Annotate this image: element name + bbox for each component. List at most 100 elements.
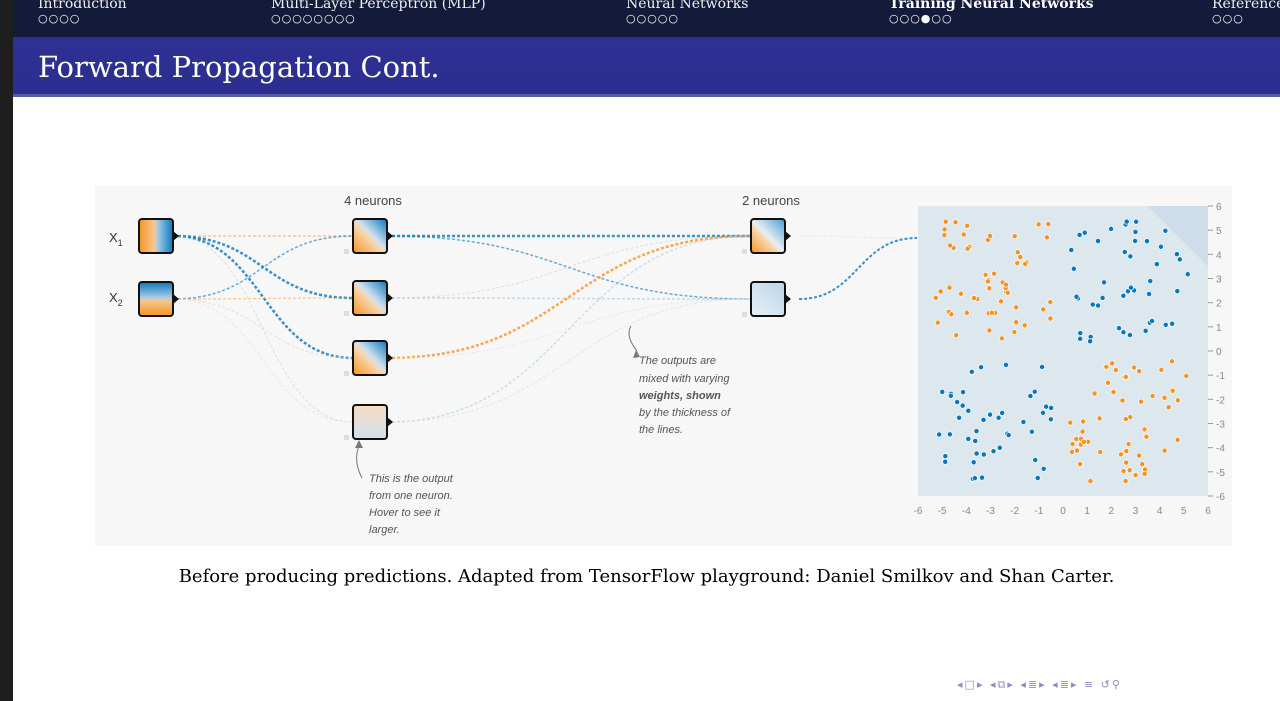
data-point <box>1040 409 1046 416</box>
data-point <box>987 232 993 239</box>
data-point <box>980 416 987 423</box>
neuron-output-arrow <box>173 231 179 241</box>
search-icon[interactable]: ↺⚲ <box>1101 678 1122 691</box>
toc-icon[interactable]: ≣ <box>1060 678 1071 691</box>
weight-link <box>172 298 354 359</box>
layer2-label: 2 neurons <box>742 193 800 208</box>
data-point <box>1005 432 1012 439</box>
data-point <box>1087 478 1094 485</box>
neuron-annotation-line: from one neuron. <box>369 490 453 502</box>
data-point <box>1097 449 1104 456</box>
data-point <box>1174 397 1181 404</box>
data-point <box>947 392 954 399</box>
subsection-icon[interactable]: ⧉ <box>998 678 1008 691</box>
data-point <box>1139 461 1146 468</box>
data-point <box>986 285 993 292</box>
data-point <box>968 368 975 375</box>
hidden1-neuron <box>352 404 393 440</box>
data-point <box>971 295 977 302</box>
hidden1-neuron <box>352 218 393 254</box>
data-point <box>1077 461 1084 468</box>
section-next-icon[interactable]: ▸ <box>1039 678 1047 691</box>
data-point <box>1126 332 1133 338</box>
data-point <box>1011 329 1018 336</box>
data-point <box>1162 227 1169 234</box>
nav-section-dots[interactable]: ○○○ <box>1212 13 1280 24</box>
y-tick-label: 3 <box>1216 275 1222 286</box>
data-point <box>973 450 980 457</box>
data-point <box>1048 404 1055 411</box>
nav-section-dots[interactable]: ○○○○○○○○ <box>271 13 486 24</box>
weights-annotation: The outputs are mixed with varying weigh… <box>628 325 731 436</box>
data-point <box>988 309 995 316</box>
hidden1-neuron <box>352 340 393 376</box>
data-point <box>960 389 967 396</box>
data-point <box>1069 441 1076 448</box>
data-point <box>1079 428 1086 435</box>
data-point <box>1127 284 1134 291</box>
data-point <box>1047 416 1054 423</box>
data-point <box>964 222 971 229</box>
data-point <box>1003 361 1009 368</box>
data-point <box>1080 438 1087 445</box>
data-point <box>1133 218 1140 225</box>
data-point <box>1074 447 1081 454</box>
data-point <box>1068 246 1075 253</box>
frame-prev-icon[interactable]: ◂ <box>957 678 965 691</box>
neuron-annotation: This is the output from one neuron. Hove… <box>355 440 454 536</box>
neuron-box <box>352 280 388 316</box>
data-point <box>1168 358 1175 365</box>
data-point <box>957 290 964 297</box>
nav-section-references[interactable]: References ○○○ <box>1212 0 1280 24</box>
data-point <box>1020 419 1027 425</box>
data-point <box>1121 249 1128 256</box>
data-point <box>1120 468 1127 475</box>
data-point <box>1068 448 1075 455</box>
data-point <box>1127 253 1134 260</box>
neuron-box <box>138 281 174 317</box>
data-point <box>1149 393 1156 399</box>
weights-annotation-line: mixed with varying <box>639 373 730 385</box>
data-point <box>1089 301 1096 308</box>
toc-prev-icon[interactable]: ◂ <box>1052 678 1060 691</box>
slide-title: Forward Propagation Cont. <box>38 50 440 84</box>
doc-icon[interactable]: ≡ <box>1084 678 1095 691</box>
frame-icon[interactable]: □ <box>965 678 977 691</box>
data-point <box>1183 372 1190 379</box>
nav-section-dots[interactable]: ○○○○○ <box>626 13 748 24</box>
data-point <box>1147 278 1154 285</box>
section-icon[interactable]: ≣ <box>1028 678 1039 691</box>
data-point <box>1077 335 1084 342</box>
y-tick-label: -1 <box>1216 371 1225 382</box>
subsection-next-icon[interactable]: ▸ <box>1007 678 1015 691</box>
data-point <box>1022 261 1029 267</box>
neuron-annotation-line: This is the output <box>369 473 454 485</box>
nav-section-dots[interactable]: ○○○○ <box>38 13 127 24</box>
data-point <box>942 458 949 465</box>
data-point <box>1122 478 1129 485</box>
section-prev-icon[interactable]: ◂ <box>1020 678 1028 691</box>
data-point <box>1141 426 1148 433</box>
nav-section-introduction[interactable]: Introduction ○○○○ <box>38 0 127 24</box>
x-tick-label: -5 <box>938 506 947 517</box>
data-point <box>1173 251 1180 258</box>
toc-next-icon[interactable]: ▸ <box>1071 678 1079 691</box>
beamer-navigation-symbols[interactable]: ◂□▸ ◂⧉▸ ◂≣▸ ◂≣▸ ≡ ↺⚲ <box>957 678 1122 692</box>
nav-section-training[interactable]: Training Neural Networks ○○○●○○ <box>889 0 1094 24</box>
data-point <box>1099 294 1106 301</box>
input-x2-label: X2 <box>109 290 123 308</box>
subsection-prev-icon[interactable]: ◂ <box>990 678 998 691</box>
data-point <box>990 448 997 455</box>
data-point <box>932 294 939 301</box>
data-point <box>1169 387 1176 394</box>
data-point <box>1161 447 1168 454</box>
input-neuron-x2 <box>138 281 179 317</box>
nav-section-dots[interactable]: ○○○●○○ <box>889 13 1094 24</box>
nav-section-mlp[interactable]: Multi-Layer Perceptron (MLP) ○○○○○○○○ <box>271 0 486 24</box>
data-point <box>1040 306 1047 313</box>
y-tick-label: 6 <box>1216 202 1222 213</box>
nav-section-neural-networks[interactable]: Neural Networks ○○○○○ <box>626 0 748 24</box>
frame-next-icon[interactable]: ▸ <box>977 678 985 691</box>
data-point <box>936 431 943 438</box>
slide: Introduction ○○○○ Multi-Layer Perceptron… <box>13 0 1280 701</box>
